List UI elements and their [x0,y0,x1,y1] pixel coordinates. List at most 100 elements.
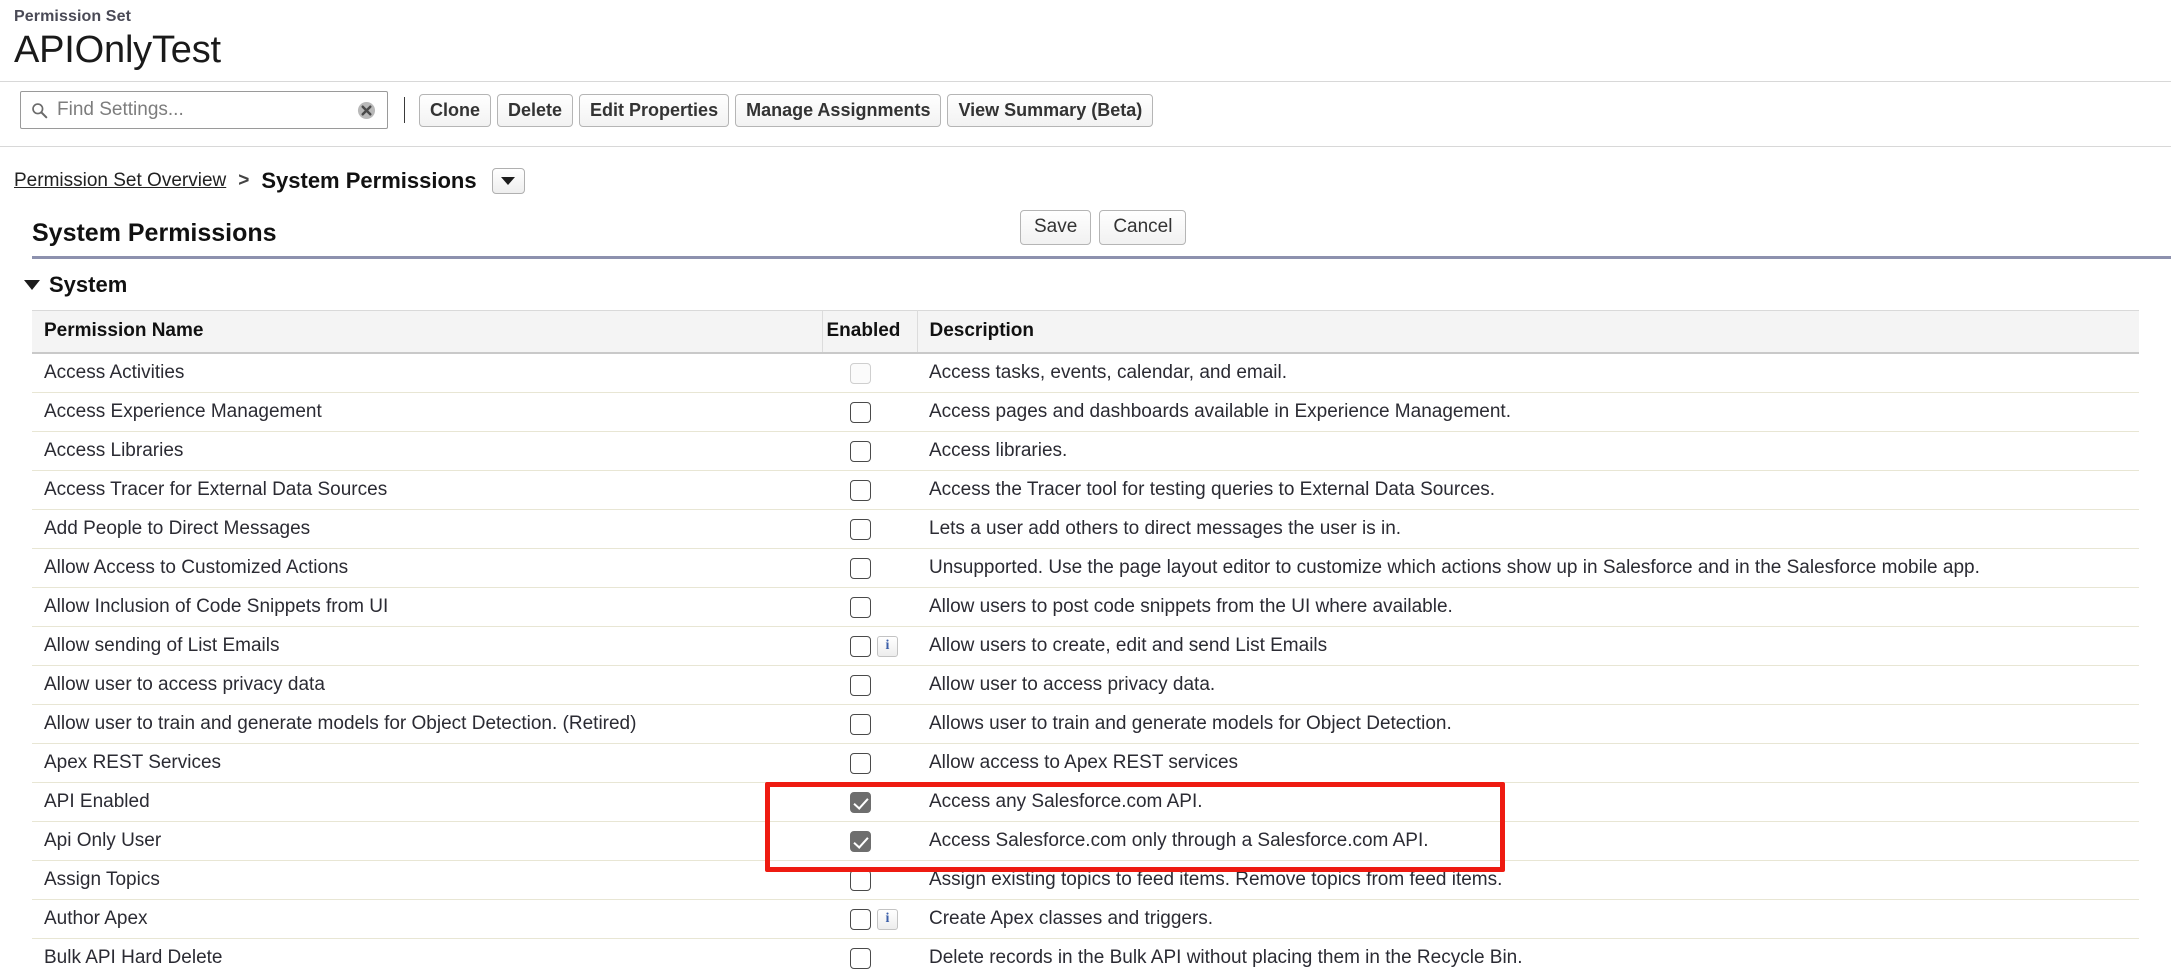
permissions-table: Permission Name Enabled Description Acce… [32,310,2139,972]
table-row: Apex REST Services Allow access to Apex R… [32,743,2139,783]
description-cell: Access pages and dashboards available in… [917,392,2139,432]
table-row: Access Activities Access tasks, events, c… [32,353,2139,393]
permission-name-cell: Add People to Direct Messages [32,509,822,549]
enabled-checkbox[interactable] [850,635,871,657]
description-cell: Lets a user add others to direct message… [917,509,2139,549]
permission-name-cell: Access Activities [32,353,822,393]
enabled-cell [822,392,917,432]
enabled-checkbox[interactable] [850,830,871,852]
breadcrumb-current: System Permissions [261,168,477,193]
breadcrumb-link-permission-set-overview[interactable]: Permission Set Overview [14,170,226,192]
permission-name-cell: Access Libraries [32,431,822,471]
enabled-checkbox[interactable] [850,791,871,813]
clone-button[interactable]: Clone [419,93,492,127]
table-row: Allow Access to Customized Actions Unsupp… [32,548,2139,588]
table-header: Permission Name Enabled Description [32,310,2139,354]
description-cell: Allow users to create, edit and send Lis… [917,626,2139,666]
enabled-checkbox[interactable] [850,596,871,618]
section-actions: Save Cancel [1020,210,1187,245]
permission-name-cell: Allow sending of List Emails [32,626,822,666]
enabled-cell [822,821,917,861]
chevron-down-icon [501,177,516,185]
enabled-cell [822,587,917,627]
enabled-checkbox[interactable] [850,440,871,462]
enabled-checkbox[interactable] [850,908,871,930]
table-row: Allow user to train and generate models … [32,704,2139,744]
enabled-checkbox[interactable] [850,869,871,891]
description-cell: Create Apex classes and triggers. [917,899,2139,939]
page-header: Permission Set APIOnlyTest [0,0,2171,73]
section-header: System Permissions Save Cancel [0,194,2171,250]
permission-name-cell: Bulk API Hard Delete [32,938,822,972]
enabled-cell [822,665,917,705]
enabled-cell: i [822,626,917,666]
enabled-checkbox[interactable] [850,557,871,579]
group-system[interactable]: System [0,259,2171,310]
enabled-checkbox[interactable] [850,752,871,774]
description-cell: Access Salesforce.com only through a Sal… [917,821,2139,861]
save-button[interactable]: Save [1020,210,1092,245]
table-row: Access Libraries Access libraries. [32,431,2139,471]
table-row: Access Experience Management Access pages… [32,392,2139,432]
enabled-cell [822,470,917,510]
description-cell: Assign existing topics to feed items. Re… [917,860,2139,900]
enabled-checkbox[interactable] [850,401,871,423]
description-cell: Unsupported. Use the page layout editor … [917,548,2139,588]
column-header-enabled: Enabled [821,310,918,354]
view-summary-beta-button[interactable]: View Summary (Beta) [947,93,1154,127]
enabled-checkbox[interactable] [850,713,871,735]
enabled-checkbox [850,362,871,384]
permission-name-cell: Allow user to access privacy data [32,665,822,705]
table-row: Assign Topics Assign existing topics to f… [32,860,2139,900]
delete-button[interactable]: Delete [497,93,574,127]
description-cell: Allow access to Apex REST services [917,743,2139,783]
table-row: Bulk API Hard Delete Delete records in th… [32,938,2139,972]
group-label: System [49,272,128,297]
table-row: Allow sending of List Emails i Allow users… [32,626,2139,666]
breadcrumb-dropdown-button[interactable] [491,168,525,194]
table-row: API Enabled Access any Salesforce.com API… [32,782,2139,822]
cancel-button[interactable]: Cancel [1099,210,1187,245]
permission-name-cell: Apex REST Services [32,743,822,783]
table-body: Access Activities Access tasks, events, c… [32,353,2139,972]
info-icon[interactable]: i [877,635,898,657]
triangle-down-icon[interactable] [24,280,40,290]
enabled-cell [822,548,917,588]
description-cell: Allow users to post code snippets from t… [917,587,2139,627]
description-cell: Access the Tracer tool for testing queri… [917,470,2139,510]
page-title: APIOnlyTest [14,29,221,71]
permission-name-cell: Author Apex [32,899,822,939]
table-row: Allow Inclusion of Code Snippets from UI… [32,587,2139,627]
enabled-checkbox[interactable] [850,947,871,969]
description-cell: Access tasks, events, calendar, and emai… [917,353,2139,393]
enabled-cell [822,704,917,744]
table-row: Allow user to access privacy data Allow u… [32,665,2139,705]
clear-icon[interactable] [357,101,376,120]
description-cell: Allow user to access privacy data. [917,665,2139,705]
find-settings-searchbox[interactable] [20,91,388,129]
enabled-checkbox[interactable] [850,674,871,696]
enabled-cell [822,509,917,549]
table-row: Add People to Direct Messages Lets a user… [32,509,2139,549]
table-row: Access Tracer for External Data Sources A… [32,470,2139,510]
table-row: Author Apex i Create Apex classes and trig… [32,899,2139,939]
edit-properties-button[interactable]: Edit Properties [579,93,730,127]
permission-name-cell: API Enabled [32,782,822,822]
enabled-cell [822,860,917,900]
toolbar-separator [404,97,405,123]
breadcrumb: Permission Set Overview > System Permiss… [0,147,2171,194]
info-icon[interactable]: i [877,908,898,930]
permissions-table-wrap: Permission Name Enabled Description Acce… [0,310,2171,972]
enabled-cell [822,782,917,822]
column-header-permission-name: Permission Name [32,310,822,354]
enabled-cell [822,353,917,393]
enabled-checkbox[interactable] [850,518,871,540]
search-input[interactable] [21,92,387,128]
column-header-description: Description [917,310,2139,354]
object-type-label: Permission Set [14,8,132,25]
enabled-checkbox[interactable] [850,479,871,501]
description-cell: Access libraries. [917,431,2139,471]
description-cell: Delete records in the Bulk API without p… [917,938,2139,972]
description-cell: Access any Salesforce.com API. [917,782,2139,822]
manage-assignments-button[interactable]: Manage Assignments [735,93,942,127]
